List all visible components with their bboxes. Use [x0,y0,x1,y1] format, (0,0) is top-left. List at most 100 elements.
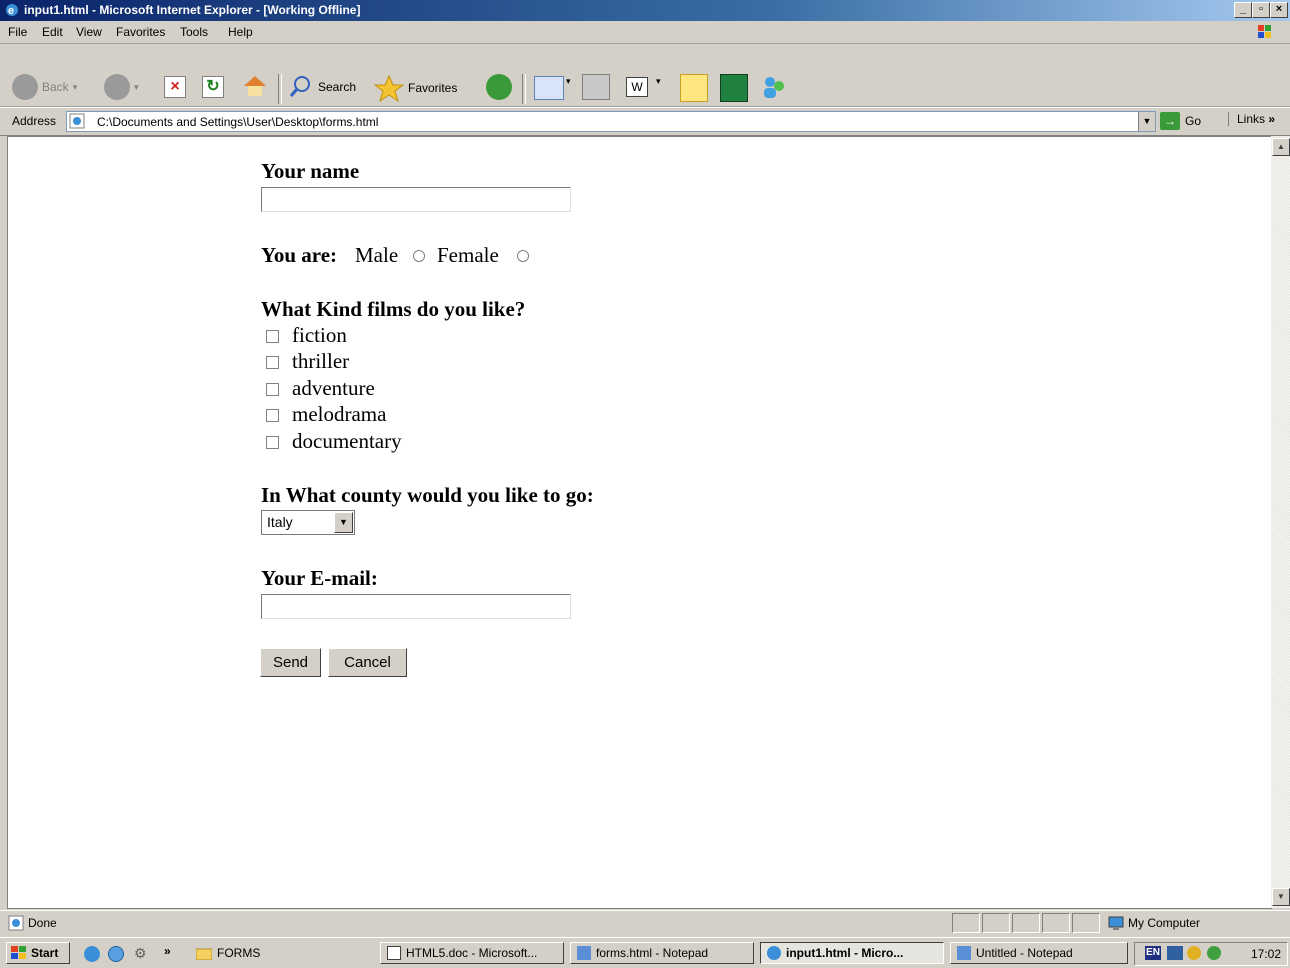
mail-icon[interactable] [534,76,564,100]
back-arrow-icon [12,74,38,100]
back-button[interactable]: Back ▾ [12,74,77,100]
cancel-button[interactable]: Cancel [328,648,407,677]
status-pane [952,913,980,933]
system-tray: EN 17:02 [1134,942,1288,966]
language-indicator[interactable]: EN [1145,946,1161,960]
links-button[interactable]: Links » [1228,112,1275,126]
menu-bar: File Edit View Favorites Tools Help [0,21,1290,44]
notepad-icon [577,946,591,960]
media-quicklaunch-icon[interactable]: ⚙ [134,945,147,962]
print-icon[interactable] [582,74,610,100]
male-radio[interactable] [413,250,425,262]
name-input[interactable] [261,187,571,212]
fiction-label: fiction [292,323,347,347]
email-input[interactable] [261,594,571,619]
notepad-icon [957,946,971,960]
quicklaunch-overflow[interactable]: » [164,944,171,958]
page-content: Your name You are: Male Female What Kind… [7,136,1272,909]
network-icon[interactable] [1167,946,1183,960]
toolbar-separator [278,74,282,104]
melodrama-checkbox[interactable] [266,409,279,422]
taskbar-item-word[interactable]: HTML5.doc - Microsoft... [380,942,564,964]
adventure-checkbox[interactable] [266,383,279,396]
country-label: In What county would you like to go: [261,483,594,507]
female-label: Female [437,243,499,267]
ie-icon [767,946,781,960]
star-icon [374,74,404,102]
chevron-down-icon[interactable]: ▾ [656,76,661,87]
status-pane [1072,913,1100,933]
email-label: Your E-mail: [261,566,378,590]
melodrama-label: melodrama [292,402,387,426]
taskbar-item-label: forms.html - Notepad [596,946,709,960]
toolbar: Back ▾ ▾ × ↻ Search Favorites ▾ W ▾ [0,44,1290,107]
outlook-quicklaunch-icon[interactable] [108,946,124,962]
chevron-down-icon: ▾ [134,81,139,92]
vertical-scrollbar[interactable]: ▲ ▼ [1271,136,1290,908]
taskbar-item-untitled-notepad[interactable]: Untitled - Notepad [950,942,1128,964]
scroll-up-icon[interactable]: ▲ [1272,138,1290,156]
messenger-tray-icon[interactable] [1207,946,1221,960]
menu-view[interactable]: View [76,25,102,39]
start-button[interactable]: Start [6,942,70,964]
folder-toolbar[interactable]: FORMS [196,946,260,960]
country-select[interactable]: Italy ▼ [261,510,355,535]
refresh-icon[interactable]: ↻ [202,76,224,98]
chevron-down-icon[interactable]: ▼ [334,512,353,533]
go-button[interactable]: → Go [1160,112,1201,130]
address-input[interactable]: C:\Documents and Settings\User\Desktop\f… [66,111,1156,132]
search-icon [289,76,310,97]
discuss-icon[interactable] [680,74,708,102]
computer-icon [1108,915,1124,931]
maximize-button[interactable]: ▫ [1252,2,1270,18]
taskbar-item-ie[interactable]: input1.html - Micro... [760,942,944,964]
films-label: What Kind films do you like? [261,297,526,321]
start-label: Start [31,946,59,960]
address-bar: Address C:\Documents and Settings\User\D… [0,107,1290,136]
country-value: Italy [267,514,293,530]
forward-button[interactable]: ▾ [104,74,139,100]
taskbar: Start ⚙ » FORMS HTML5.doc - Microsoft...… [0,937,1290,968]
minimize-button[interactable]: _ [1234,2,1252,18]
word-edit-icon[interactable]: W [626,77,648,97]
status-pane [982,913,1010,933]
fiction-checkbox[interactable] [266,330,279,343]
search-button[interactable]: Search [288,74,356,100]
windows-logo-icon [1250,22,1280,42]
taskbar-item-notepad[interactable]: forms.html - Notepad [570,942,754,964]
home-icon[interactable] [242,74,268,98]
stop-icon[interactable]: × [164,76,186,98]
messenger-icon[interactable] [760,74,788,100]
search-label: Search [318,80,357,94]
menu-favorites[interactable]: Favorites [116,25,165,39]
menu-edit[interactable]: Edit [42,25,63,39]
documentary-checkbox[interactable] [266,436,279,449]
forward-arrow-icon [104,74,130,100]
thriller-checkbox[interactable] [266,356,279,369]
title-bar: e input1.html - Microsoft Internet Explo… [0,0,1290,21]
antivirus-icon[interactable] [1187,946,1201,960]
go-label: Go [1185,114,1202,128]
status-bar: Done My Computer [0,910,1290,935]
scroll-down-icon[interactable]: ▼ [1272,888,1290,906]
female-radio[interactable] [517,250,529,262]
send-button[interactable]: Send [260,648,321,677]
menu-tools[interactable]: Tools [180,25,208,39]
favorites-label: Favorites [408,81,458,95]
page-icon [69,113,85,129]
windows-flag-icon [11,946,26,959]
chevron-down-icon[interactable]: ▾ [566,76,571,87]
chevron-down-icon[interactable]: ▼ [1138,112,1155,131]
taskbar-item-label: HTML5.doc - Microsoft... [406,946,538,960]
status-text: Done [28,916,57,930]
favorites-button[interactable]: Favorites [374,74,457,102]
thriller-label: thriller [292,349,350,373]
ie-quicklaunch-icon[interactable] [84,946,100,962]
menu-help[interactable]: Help [228,25,253,39]
menu-file[interactable]: File [8,25,27,39]
icq-icon[interactable] [720,74,748,102]
close-button[interactable]: × [1270,2,1288,18]
history-icon[interactable] [486,74,512,100]
folder-label: FORMS [217,946,261,960]
zone-label: My Computer [1128,916,1201,930]
